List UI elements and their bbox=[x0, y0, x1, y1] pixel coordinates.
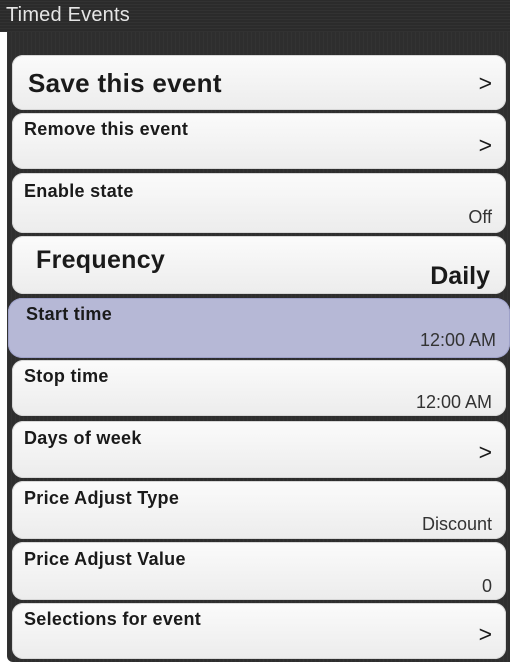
start-time-item[interactable]: Start time 12:00 AM bbox=[8, 298, 510, 358]
chevron-right-icon: > bbox=[478, 439, 492, 465]
start-time-value: 12:00 AM bbox=[419, 330, 496, 350]
chevron-right-icon: > bbox=[478, 621, 492, 647]
title-bar: Timed Events bbox=[0, 0, 510, 32]
frequency-value: Daily bbox=[430, 262, 490, 290]
save-event-button[interactable]: Save this event > bbox=[12, 55, 506, 110]
remove-event-label: Remove this event bbox=[24, 119, 189, 139]
price-adjust-value-item[interactable]: Price Adjust Value 0 bbox=[12, 542, 506, 600]
page-title: Timed Events bbox=[6, 4, 130, 26]
enable-state-value: Off bbox=[468, 207, 492, 227]
price-adjust-type-item[interactable]: Price Adjust Type Discount bbox=[12, 481, 506, 539]
start-time-label: Start time bbox=[26, 304, 113, 324]
chevron-right-icon: > bbox=[478, 70, 492, 96]
price-adjust-type-value: Discount bbox=[421, 514, 492, 534]
chevron-right-icon: > bbox=[478, 132, 492, 158]
frequency-item[interactable]: Frequency Daily bbox=[12, 236, 506, 294]
days-of-week-button[interactable]: Days of week > bbox=[12, 421, 506, 478]
selections-for-event-label: Selections for event bbox=[24, 609, 202, 629]
timed-events-screen: Timed Events Save this event > Remove th… bbox=[0, 0, 510, 662]
stop-time-value: 12:00 AM bbox=[415, 392, 492, 412]
selections-for-event-button[interactable]: Selections for event > bbox=[12, 603, 506, 659]
save-event-label: Save this event bbox=[28, 68, 222, 98]
enable-state-label: Enable state bbox=[24, 181, 134, 201]
stop-time-label: Stop time bbox=[24, 366, 109, 386]
price-adjust-value-label: Price Adjust Value bbox=[24, 549, 186, 569]
frequency-label: Frequency bbox=[36, 246, 166, 274]
price-adjust-type-label: Price Adjust Type bbox=[24, 488, 180, 508]
stop-time-item[interactable]: Stop time 12:00 AM bbox=[12, 360, 506, 416]
remove-event-button[interactable]: Remove this event > bbox=[12, 113, 506, 169]
price-adjust-value-value: 0 bbox=[481, 576, 492, 596]
enable-state-item[interactable]: Enable state Off bbox=[12, 173, 506, 233]
days-of-week-label: Days of week bbox=[24, 428, 142, 448]
